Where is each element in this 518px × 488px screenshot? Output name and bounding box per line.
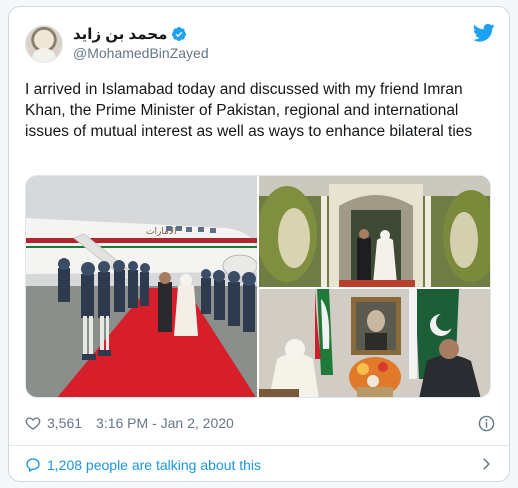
photo-doorway[interactable] (259, 176, 490, 287)
tweet-text: I arrived in Islamabad today and discuss… (25, 81, 473, 140)
like-count[interactable]: 3,561 (47, 415, 82, 431)
comment-icon (26, 457, 40, 472)
twitter-logo-icon[interactable] (473, 23, 495, 43)
conversation-link[interactable]: 1,208 people are talking about this (9, 446, 509, 481)
verified-icon (172, 27, 187, 41)
user-name-row[interactable]: محمد بن زايد (73, 25, 187, 43)
photo-doorway-image (259, 176, 490, 287)
info-icon[interactable] (478, 415, 495, 432)
conversation-label[interactable]: 1,208 people are talking about this (47, 457, 261, 473)
photo-meeting[interactable] (259, 289, 490, 397)
media-grid: الامارات (25, 175, 491, 398)
chevron-right-icon[interactable] (479, 457, 493, 471)
user-handle[interactable]: @MohamedBinZayed (73, 45, 209, 61)
photo-meeting-image (259, 289, 490, 397)
display-name[interactable]: محمد بن زايد (73, 25, 167, 43)
photo-arrival[interactable]: الامارات (26, 176, 257, 397)
tweet-card[interactable]: محمد بن زايد @MohamedBinZayed I arrived … (8, 6, 510, 482)
timestamp[interactable]: 3:16 PM - Jan 2, 2020 (96, 415, 234, 431)
heart-icon[interactable] (25, 415, 41, 431)
tweet-header: محمد بن زايد @MohamedBinZayed (9, 7, 509, 69)
photo-arrival-image: الامارات (26, 176, 257, 397)
avatar[interactable] (25, 25, 63, 63)
tweet-meta: 3,561 3:16 PM - Jan 2, 2020 (25, 413, 234, 433)
